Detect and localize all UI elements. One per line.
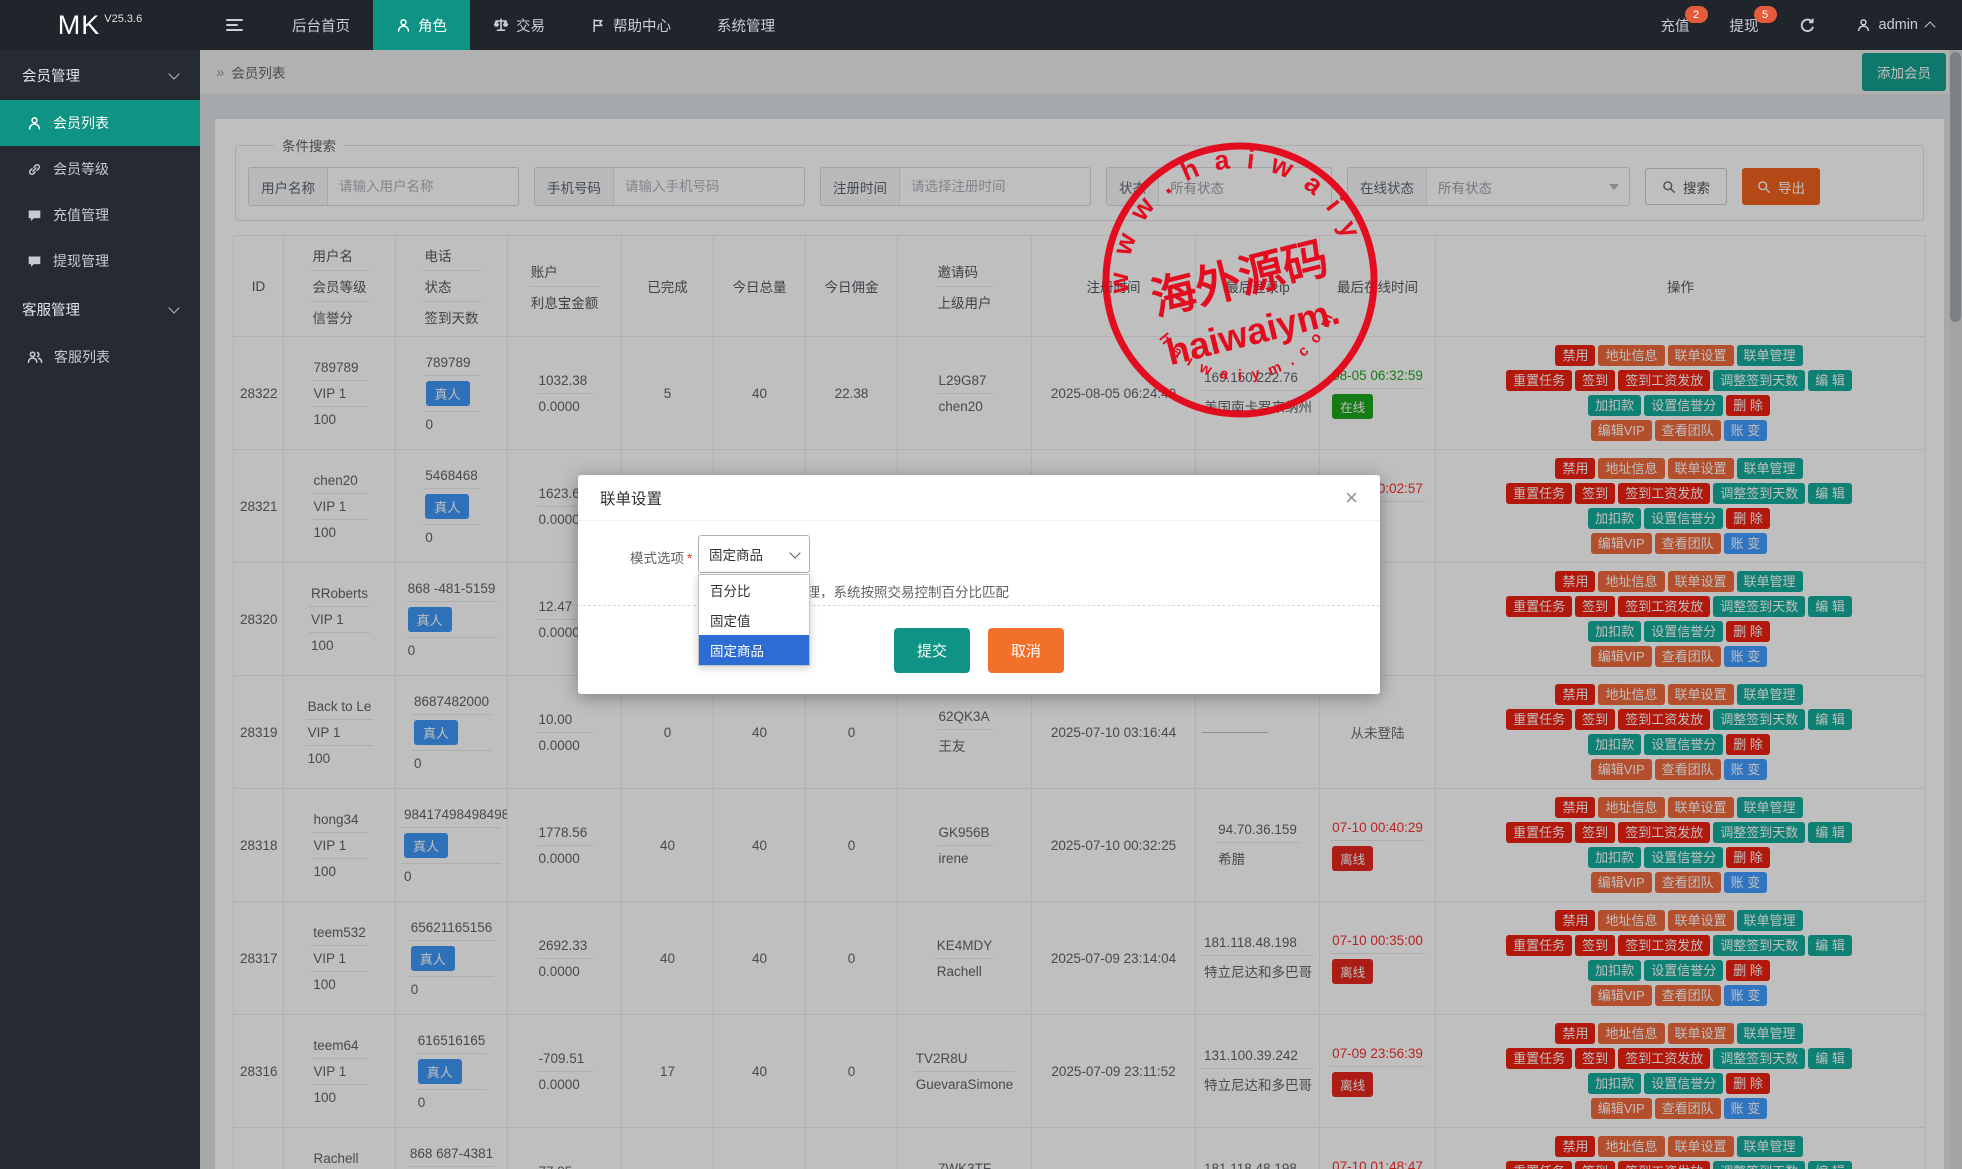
sidebar-item[interactable]: 客服列表 (0, 334, 200, 380)
sidebar-item-label: 会员列表 (53, 113, 109, 133)
flag-icon (591, 18, 606, 33)
sidebar-group-label: 客服管理 (22, 299, 80, 320)
sidebar-item-label: 提现管理 (53, 251, 109, 271)
user-menu[interactable]: admin (1836, 0, 1962, 50)
nav-item-label: 后台首页 (292, 15, 350, 36)
comment-icon (27, 254, 42, 269)
mode-select-value: 固定商品 (709, 544, 763, 564)
link-icon (27, 162, 42, 177)
nav-item[interactable]: 后台首页 (269, 0, 373, 50)
sidebar-group-header[interactable]: 客服管理 (0, 284, 200, 334)
users-icon (27, 349, 43, 365)
withdraw-link[interactable]: 提现 5 (1710, 0, 1779, 50)
page: { "app": {"logo": "MK", "version": "V25.… (0, 0, 1962, 1169)
mode-option[interactable]: 固定商品 (699, 635, 809, 665)
withdraw-badge: 5 (1754, 6, 1777, 23)
recharge-badge: 2 (1685, 6, 1708, 23)
person-icon (27, 116, 42, 131)
mode-dropdown: 百分比固定值固定商品 (698, 574, 810, 666)
chevron-up-icon (1924, 21, 1935, 32)
refresh-button[interactable] (1779, 0, 1836, 50)
app-logo: MK V25.3.6 (0, 0, 200, 50)
cancel-button[interactable]: 取消 (988, 628, 1064, 673)
mode-option-label: 模式选项* (630, 547, 692, 567)
sidebar-group-label: 会员管理 (22, 65, 80, 86)
user-icon (1856, 18, 1871, 33)
mode-select[interactable]: 固定商品 (698, 535, 810, 573)
close-icon[interactable]: × (1345, 487, 1358, 509)
person-icon (396, 18, 411, 33)
nav-item-label: 帮助中心 (613, 15, 671, 36)
sidebar-item[interactable]: 提现管理 (0, 238, 200, 284)
nav-item[interactable]: 帮助中心 (568, 0, 694, 50)
nav-item-label: 角色 (418, 15, 447, 36)
nav-menu: 后台首页 角色 交易 帮助中心 系统管理 (269, 0, 798, 50)
submit-button[interactable]: 提交 (894, 628, 970, 673)
scales-icon (493, 17, 509, 33)
modal-title: 联单设置 (600, 487, 662, 509)
username-label: admin (1879, 17, 1919, 33)
nav-item[interactable]: 系统管理 (694, 0, 798, 50)
sidebar-item-label: 充值管理 (53, 205, 109, 225)
mode-option[interactable]: 百分比 (699, 575, 809, 605)
sidebar-item-label: 客服列表 (54, 347, 110, 367)
chevron-down-icon (168, 302, 179, 313)
top-navbar: MK V25.3.6 后台首页 角色 交易 帮助中心 系统管理 充值 2 提现 5 (0, 0, 1962, 50)
refresh-icon (1799, 17, 1816, 34)
sidebar-item[interactable]: 会员等级 (0, 146, 200, 192)
chevron-down-icon (168, 68, 179, 79)
comment-icon (27, 208, 42, 223)
modal-header: 联单设置 × (578, 475, 1380, 521)
sidebar: 会员管理会员列表会员等级充值管理提现管理客服管理客服列表 (0, 50, 200, 1169)
nav-item[interactable]: 角色 (373, 0, 470, 50)
chevron-down-icon (789, 547, 800, 558)
recharge-link[interactable]: 充值 2 (1641, 0, 1710, 50)
sidebar-group-header[interactable]: 会员管理 (0, 50, 200, 100)
chain-order-settings-modal: 联单设置 × 模式选项* 固定商品 联单管理，系统按照交易控制百分比匹配 百分比… (578, 475, 1380, 694)
mode-option[interactable]: 固定值 (699, 605, 809, 635)
logo-text: MK (58, 10, 101, 41)
sidebar-item-label: 会员等级 (53, 159, 109, 179)
version-label: V25.3.6 (104, 13, 142, 25)
sidebar-item[interactable]: 充值管理 (0, 192, 200, 238)
nav-item-label: 交易 (516, 15, 545, 36)
nav-item[interactable]: 交易 (470, 0, 568, 50)
nav-item-label: 系统管理 (717, 15, 775, 36)
navbar-right: 充值 2 提现 5 admin (1641, 0, 1962, 50)
sidebar-item[interactable]: 会员列表 (0, 100, 200, 146)
hamburger-icon[interactable] (200, 0, 269, 50)
